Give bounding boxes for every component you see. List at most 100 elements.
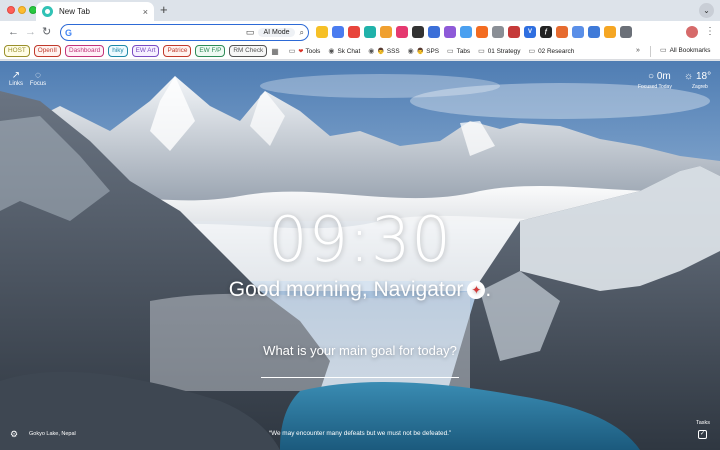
bookmark-emoji-icon: 👨 bbox=[416, 48, 425, 55]
extension-blue-icon[interactable] bbox=[460, 26, 472, 38]
search-icon[interactable]: ⌕ bbox=[300, 28, 304, 38]
bookmark-item[interactable]: ◉ 👨 SSS bbox=[368, 47, 400, 56]
bookmark-chip[interactable]: EW Art bbox=[131, 45, 160, 57]
focus-time-value: 0m bbox=[656, 71, 671, 82]
bookmark-label: Tabs bbox=[456, 47, 471, 55]
cast-icon[interactable]: ▭ bbox=[246, 27, 255, 38]
bookmark-item[interactable]: ▭ 01 Strategy bbox=[478, 47, 521, 56]
weather-temperature: 18° bbox=[695, 71, 712, 82]
openai-icon: ◉ bbox=[368, 48, 375, 55]
tab-search-button[interactable]: ⌄ bbox=[699, 3, 714, 18]
main-goal-question: What is your main goal for today? bbox=[263, 343, 457, 358]
greeting-text[interactable]: Good morning, Navigator bbox=[229, 278, 464, 301]
bookmark-chip[interactable]: EW F/P bbox=[195, 45, 226, 57]
bookmarks-divider bbox=[650, 46, 651, 57]
chat-bubble-icon: ◌ bbox=[35, 70, 41, 81]
bookmark-chip[interactable]: Dashboard bbox=[64, 45, 105, 57]
ai-mode-button[interactable]: AI Mode bbox=[258, 28, 295, 37]
extension-cloud-icon[interactable] bbox=[572, 26, 584, 38]
bookmark-chip[interactable]: HOST bbox=[4, 45, 30, 57]
bookmark-label: 01 Strategy bbox=[487, 47, 521, 55]
back-button[interactable]: ← bbox=[8, 25, 19, 39]
extension-teal-icon[interactable] bbox=[364, 26, 376, 38]
close-tab-icon[interactable]: × bbox=[143, 7, 148, 17]
all-bookmarks-label: All Bookmarks bbox=[669, 46, 711, 54]
bookmark-chip[interactable]: OpenII bbox=[33, 45, 61, 57]
extension-new-icon[interactable] bbox=[348, 26, 360, 38]
folder-icon: ▭ bbox=[528, 48, 536, 55]
extension-ai-icon[interactable] bbox=[444, 26, 456, 38]
links-button[interactable]: ↗ Links bbox=[6, 70, 26, 87]
bookmark-emoji-icon: 👨 bbox=[377, 48, 385, 55]
extensions-row: Vƒ bbox=[316, 26, 632, 38]
extension-dark-icon[interactable] bbox=[412, 26, 424, 38]
main-goal-input[interactable] bbox=[261, 364, 459, 378]
minimize-window-button[interactable] bbox=[18, 6, 26, 14]
extension-yellow-icon[interactable] bbox=[316, 26, 328, 38]
extension-circle-icon[interactable] bbox=[556, 26, 568, 38]
bookmark-emoji-icon: ❤ bbox=[298, 48, 304, 55]
bookmark-item[interactable]: ▭ Tabs bbox=[447, 47, 471, 56]
bookmark-chip[interactable]: RM Check bbox=[229, 45, 268, 57]
address-input[interactable] bbox=[75, 28, 246, 37]
daily-quote[interactable]: “We may encounter many defeats but we mu… bbox=[0, 430, 720, 437]
tasks-label: Tasks bbox=[696, 420, 711, 426]
focus-button[interactable]: ◌ Focus bbox=[28, 70, 48, 87]
clock[interactable]: 09:30 bbox=[0, 209, 720, 271]
openai-icon: ◉ bbox=[407, 48, 414, 55]
weather-widget[interactable]: ☼ 18° bbox=[684, 71, 711, 82]
address-bar[interactable]: G ▭ AI Mode ⌕ bbox=[60, 24, 309, 41]
weather-city: Zagreb bbox=[692, 84, 708, 90]
bookmark-item[interactable]: ▭ 02 Research bbox=[528, 47, 575, 56]
openai-icon: ◉ bbox=[328, 48, 335, 55]
google-icon: G bbox=[65, 27, 73, 38]
extension-orange-icon[interactable] bbox=[476, 26, 488, 38]
browser-toolbar: ← → ↻ G ▭ AI Mode ⌕ Vƒ ⋮ bbox=[0, 21, 720, 43]
extension-grey-icon[interactable] bbox=[492, 26, 504, 38]
new-tab-button[interactable]: + bbox=[160, 3, 168, 17]
bookmark-label: 02 Research bbox=[538, 47, 575, 55]
more-bookmarks-button[interactable]: » bbox=[636, 47, 640, 54]
extension-cube-icon[interactable] bbox=[588, 26, 600, 38]
extension-dots-icon[interactable] bbox=[428, 26, 440, 38]
external-link-icon: ↗ bbox=[11, 70, 21, 81]
bookmark-item[interactable]: ◉ 👨 SPS bbox=[407, 47, 439, 56]
extension-red-icon[interactable] bbox=[508, 26, 520, 38]
profile-avatar[interactable] bbox=[686, 26, 698, 38]
bookmark-chip[interactable]: hiky bbox=[108, 45, 128, 57]
extension-flag-icon[interactable] bbox=[396, 26, 408, 38]
extension-script-icon[interactable]: ƒ bbox=[540, 26, 552, 38]
bookmark-chip[interactable]: Patrice bbox=[163, 45, 192, 57]
folder-icon: ▭ bbox=[660, 47, 667, 54]
extension-toggle-icon[interactable] bbox=[332, 26, 344, 38]
close-window-button[interactable] bbox=[7, 6, 15, 14]
bookmark-list: ▭ ❤ Tools ◉ Sk Chat ◉ 👨 SSS ◉ 👨 SPS ▭ Tabs ▭ 01 Strate… bbox=[288, 47, 583, 56]
bookmark-chips: HOST OpenII Dashboard hiky EW Art Patrice EW F… bbox=[4, 45, 271, 57]
sun-icon: ☼ bbox=[684, 71, 694, 82]
bookmark-label: SPS bbox=[426, 47, 439, 55]
extension-v-icon[interactable]: V bbox=[524, 26, 536, 38]
apps-grid-icon[interactable]: ▦ bbox=[271, 47, 279, 56]
all-bookmarks-button[interactable]: ▭ All Bookmarks bbox=[660, 46, 711, 55]
folder-icon: ▭ bbox=[478, 48, 485, 55]
folder-icon: ▭ bbox=[288, 48, 296, 55]
focus-time-label: Focused Today bbox=[638, 84, 672, 90]
tab-new-tab[interactable]: New Tab × bbox=[36, 2, 154, 21]
bookmark-label: Tools bbox=[305, 47, 321, 55]
focus-time-widget[interactable]: ○ 0m bbox=[648, 71, 671, 82]
tasks-checkbox-icon[interactable]: ✓ bbox=[698, 430, 707, 439]
timer-icon: ○ bbox=[648, 71, 655, 82]
tab-strip: New Tab × + ⌄ bbox=[0, 0, 720, 21]
extension-color-icon[interactable] bbox=[380, 26, 392, 38]
forward-button[interactable]: → bbox=[25, 25, 36, 39]
bookmark-item[interactable]: ▭ ❤ Tools bbox=[288, 47, 321, 56]
bookmark-label: SSS bbox=[386, 47, 400, 55]
momentum-favicon-icon bbox=[42, 6, 53, 17]
browser-menu-button[interactable]: ⋮ bbox=[705, 25, 715, 39]
bookmark-item[interactable]: ◉ Sk Chat bbox=[328, 47, 361, 56]
new-tab-dashboard: ↗ Links ◌ Focus ○ 0m Focused Today ☼ 18°… bbox=[0, 61, 720, 450]
bookmark-label: Sk Chat bbox=[337, 47, 361, 55]
extension-sun-icon[interactable] bbox=[604, 26, 616, 38]
extensions-puzzle-icon[interactable] bbox=[620, 26, 632, 38]
reload-button[interactable]: ↻ bbox=[42, 25, 51, 39]
